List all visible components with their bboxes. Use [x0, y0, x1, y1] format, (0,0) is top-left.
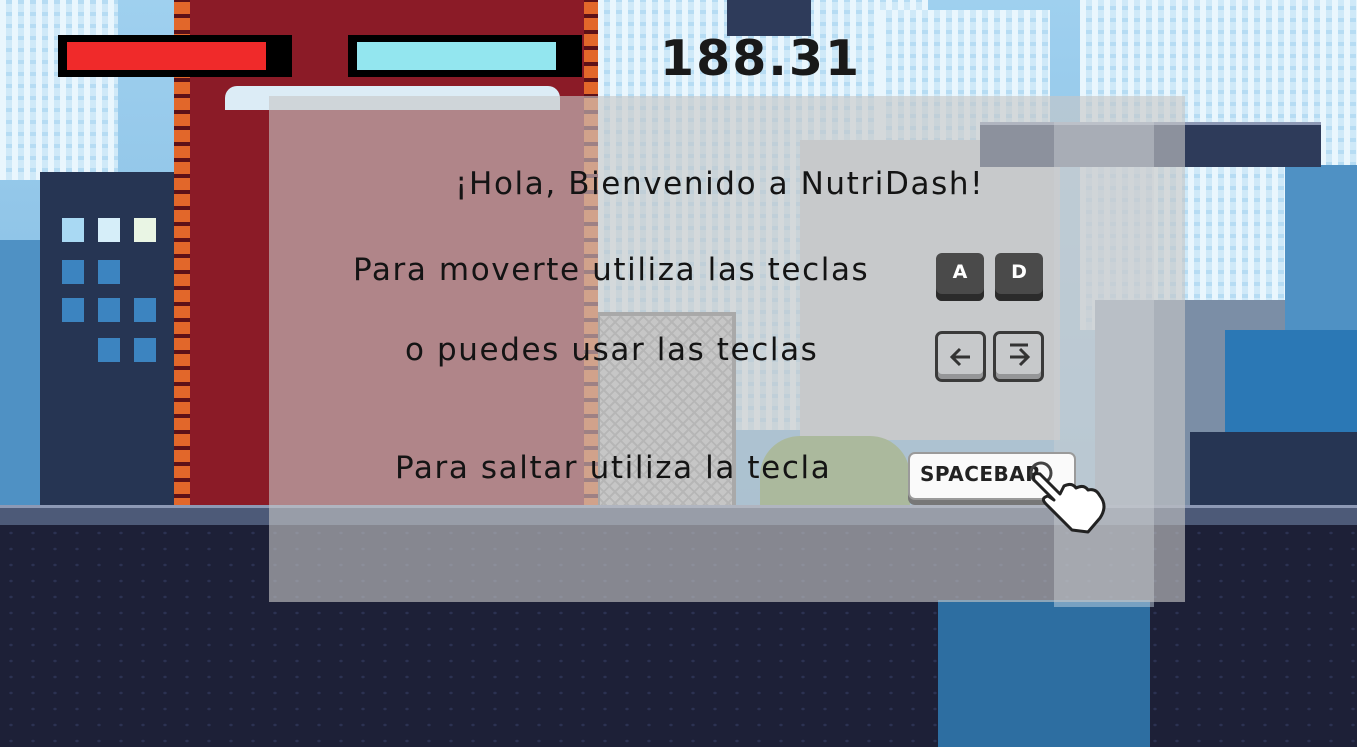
welcome-title: ¡Hola, Bienvenido a NutriDash!: [455, 166, 985, 202]
spacebar-label: SPACEBAR: [920, 462, 1042, 486]
key-a: A: [936, 253, 984, 301]
left-arrow-key: [935, 331, 986, 382]
background-building: [0, 0, 118, 180]
jump-instruction: Para saltar utiliza la tecla: [395, 450, 832, 486]
energy-bar: [348, 35, 582, 77]
background-building: [40, 172, 175, 510]
energy-bar-fill: [357, 42, 556, 70]
score-display: 188.31: [660, 30, 862, 87]
health-bar: [58, 35, 292, 77]
health-bar-fill: [67, 42, 266, 70]
right-arrow-icon: [1010, 343, 1031, 367]
arrow-instruction: o puedes usar las teclas: [405, 332, 819, 368]
move-instruction: Para moverte utiliza las teclas: [353, 252, 870, 288]
key-d: D: [995, 253, 1043, 301]
left-arrow-icon: [949, 347, 970, 367]
background-building: [1190, 432, 1357, 510]
hand-pointer-icon: [1029, 461, 1106, 534]
right-arrow-key: [993, 331, 1044, 382]
water-column: [938, 600, 1150, 747]
